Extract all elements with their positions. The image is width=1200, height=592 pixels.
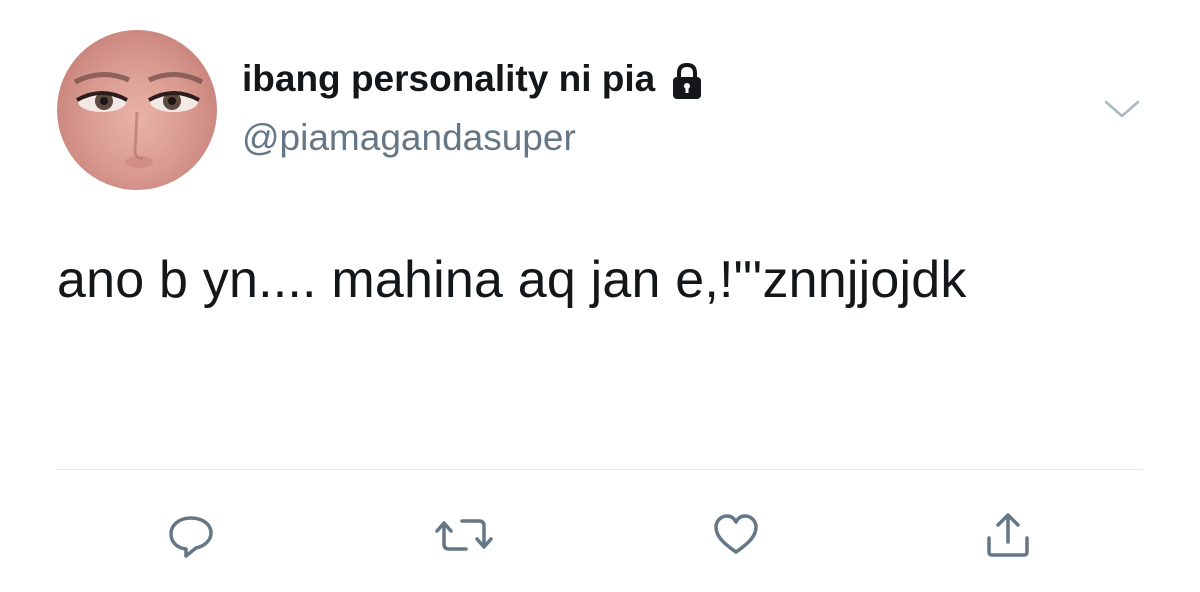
lock-icon bbox=[669, 61, 705, 101]
share-icon bbox=[987, 513, 1029, 557]
avatar[interactable] bbox=[57, 30, 217, 190]
reply-button[interactable] bbox=[161, 505, 221, 565]
avatar-image bbox=[73, 72, 204, 168]
like-button[interactable] bbox=[706, 505, 766, 565]
heart-icon bbox=[714, 514, 758, 554]
divider bbox=[57, 469, 1142, 470]
tweet-text: ano b yn.... mahina aq jan e,!"'znnjjojd… bbox=[57, 251, 967, 309]
display-name-text: ibang personality ni pia bbox=[242, 58, 656, 99]
retweet-button[interactable] bbox=[434, 505, 494, 565]
chevron-down-icon bbox=[1104, 100, 1140, 118]
retweet-icon bbox=[435, 519, 493, 551]
share-button[interactable] bbox=[978, 505, 1038, 565]
author-display-name[interactable]: ibang personality ni pia bbox=[242, 58, 705, 100]
reply-icon bbox=[169, 516, 213, 558]
author-handle[interactable]: @piamagandasuper bbox=[242, 117, 576, 159]
tweet-menu-button[interactable] bbox=[1102, 94, 1142, 124]
